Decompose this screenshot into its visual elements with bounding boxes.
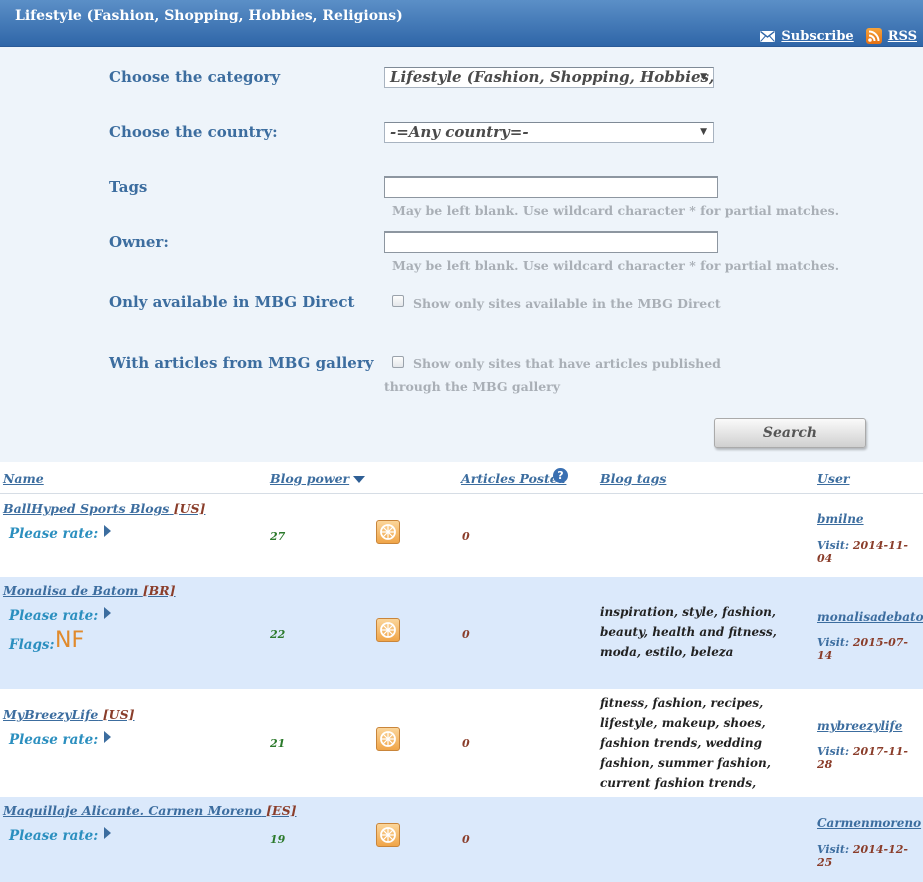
help-icon[interactable]: ?	[553, 468, 568, 483]
mbg-gallery-checkbox-label: Show only sites that have articles publi…	[413, 356, 721, 371]
site-country: [US]	[173, 501, 206, 516]
blog-tags: fitness, fashion, recipes, lifestyle, ma…	[600, 696, 771, 810]
results-table: Name Blog power Articles Posted ? Blog t…	[0, 462, 923, 882]
chevron-down-icon: ▼	[700, 72, 707, 82]
mbg-gallery-checkbox[interactable]	[392, 356, 404, 368]
play-icon	[104, 525, 112, 537]
mbg-direct-label: Only available in MBG Direct	[109, 293, 355, 311]
site-name: MyBreezyLife	[3, 707, 99, 722]
col-blog-power-label: Blog power	[270, 471, 350, 486]
country-label: Choose the country:	[109, 123, 278, 141]
search-form: Choose the category Lifestyle (Fashion, …	[0, 47, 923, 462]
compass-icon[interactable]	[376, 727, 400, 751]
mbg-gallery-checkbox-label-cont: through the MBG gallery	[384, 379, 561, 394]
category-label: Choose the category	[109, 68, 281, 86]
mbg-gallery-label: With articles from MBG gallery	[109, 354, 374, 372]
play-icon	[104, 827, 112, 839]
site-name: Maquillaje Alicante. Carmen Moreno	[3, 803, 262, 818]
blog-power: 27	[270, 530, 286, 543]
mail-icon[interactable]	[760, 30, 776, 42]
table-row: MyBreezyLife [US] Please rate: 21 0 fitn…	[0, 689, 923, 810]
table-row: BallHyped Sports Blogs [US] Please rate:…	[0, 495, 923, 577]
blog-power: 19	[270, 833, 286, 846]
col-blog-power[interactable]: Blog power	[270, 471, 366, 486]
tags-hint: May be left blank. Use wildcard characte…	[392, 203, 840, 218]
mbg-direct-checkbox[interactable]	[392, 295, 404, 307]
blog-tags: inspiration, style, fashion, beauty, hea…	[600, 605, 777, 659]
visit-label: Visit:	[817, 843, 850, 856]
site-link[interactable]: Monalisa de Batom [BR]	[3, 583, 176, 598]
category-title: Lifestyle (Fashion, Shopping, Hobbies, R…	[15, 8, 403, 24]
visit-info: Visit: 2014-11-04	[817, 539, 923, 565]
rate-control[interactable]: Please rate:	[9, 607, 112, 624]
header-links: Subscribe RSS	[760, 28, 917, 44]
articles-posted: 0	[462, 530, 470, 543]
site-country: [BR]	[142, 583, 176, 598]
site-link[interactable]: MyBreezyLife [US]	[3, 707, 135, 722]
table-row: Monalisa de Batom [BR] Please rate: Flag…	[0, 577, 923, 689]
visit-info: Visit: 2014-12-25	[817, 843, 923, 869]
visit-label: Visit:	[817, 745, 850, 758]
compass-icon[interactable]	[376, 618, 400, 642]
site-link[interactable]: BallHyped Sports Blogs [US]	[3, 501, 205, 516]
col-blog-tags[interactable]: Blog tags	[600, 471, 666, 486]
articles-posted: 0	[462, 737, 470, 750]
owner-input[interactable]	[384, 231, 718, 253]
country-select[interactable]: -=Any country=- ▼	[384, 122, 714, 143]
play-icon	[104, 731, 112, 743]
user-link[interactable]: mybreezylife	[817, 719, 902, 733]
blog-power: 21	[270, 737, 286, 750]
rate-label: Please rate:	[9, 828, 99, 844]
site-country: [US]	[102, 707, 135, 722]
col-name[interactable]: Name	[3, 471, 44, 486]
site-name: BallHyped Sports Blogs	[3, 501, 170, 516]
owner-hint: May be left blank. Use wildcard characte…	[392, 258, 840, 273]
flag-badge: NF	[55, 628, 85, 653]
owner-label: Owner:	[109, 233, 169, 251]
country-select-value: -=Any country=-	[390, 123, 529, 141]
compass-icon[interactable]	[376, 520, 400, 544]
articles-posted: 0	[462, 628, 470, 641]
blog-power: 22	[270, 628, 286, 641]
category-select-value: Lifestyle (Fashion, Shopping, Hobbies, R…	[390, 68, 714, 86]
articles-posted: 0	[462, 833, 470, 846]
rate-label: Please rate:	[9, 526, 99, 542]
rate-control[interactable]: Please rate:	[9, 525, 112, 542]
category-select[interactable]: Lifestyle (Fashion, Shopping, Hobbies, R…	[384, 67, 714, 88]
tags-label: Tags	[109, 178, 148, 196]
table-header: Name Blog power Articles Posted ? Blog t…	[0, 462, 923, 494]
category-header: Lifestyle (Fashion, Shopping, Hobbies, R…	[0, 0, 923, 47]
col-user[interactable]: User	[817, 471, 849, 486]
flags-label: Flags:	[9, 637, 55, 653]
rss-icon[interactable]	[865, 28, 882, 44]
rate-label: Please rate:	[9, 608, 99, 624]
mbg-direct-checkbox-label: Show only sites available in the MBG Dir…	[413, 296, 721, 311]
site-link[interactable]: Maquillaje Alicante. Carmen Moreno [ES]	[3, 803, 297, 818]
tags-input[interactable]	[384, 176, 718, 198]
rate-control[interactable]: Please rate:	[9, 827, 112, 844]
visit-label: Visit:	[817, 539, 850, 552]
user-link[interactable]: monalisadebatom	[817, 610, 923, 624]
table-row: Maquillaje Alicante. Carmen Moreno [ES] …	[0, 797, 923, 882]
visit-label: Visit:	[817, 636, 850, 649]
visit-info: Visit: 2015-07-14	[817, 636, 923, 662]
visit-info: Visit: 2017-11-28	[817, 745, 923, 771]
col-articles[interactable]: Articles Posted	[461, 471, 566, 486]
rate-control[interactable]: Please rate:	[9, 731, 112, 748]
user-link[interactable]: bmilne	[817, 512, 864, 526]
sort-desc-icon	[353, 476, 366, 483]
site-country: [ES]	[266, 803, 297, 818]
chevron-down-icon: ▼	[700, 127, 707, 137]
rate-label: Please rate:	[9, 732, 99, 748]
subscribe-link[interactable]: Subscribe	[781, 29, 853, 44]
user-link[interactable]: Carmenmoreno	[817, 816, 921, 830]
play-icon	[104, 607, 112, 619]
search-button[interactable]: Search	[714, 418, 866, 448]
site-name: Monalisa de Batom	[3, 583, 139, 598]
compass-icon[interactable]	[376, 823, 400, 847]
rss-link[interactable]: RSS	[888, 29, 917, 44]
